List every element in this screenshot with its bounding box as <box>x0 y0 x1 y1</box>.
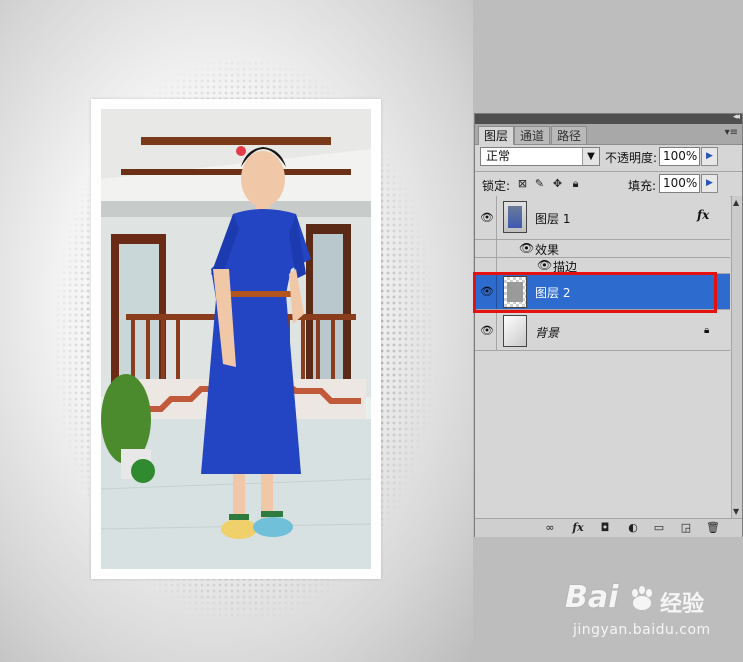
scroll-down-icon[interactable]: ▼ <box>733 507 739 516</box>
fill-label: 填充: <box>628 179 657 193</box>
new-layer-icon[interactable]: ◲ <box>678 521 694 534</box>
layer-thumbnail <box>503 315 527 347</box>
layers-list: 👁︎ 图层 1 fx 👁︎ 效果 👁︎ 描边 👁︎ 图层 2 👁︎ 背景 🔒︎ <box>475 196 730 518</box>
panel-menu-icon[interactable]: ▾≡ <box>725 127 738 138</box>
photo-illustration <box>101 109 371 569</box>
lock-transparent-pixels-icon[interactable]: ⊠ <box>516 177 529 190</box>
tab-channels[interactable]: 通道 <box>514 126 551 144</box>
adjustment-layer-icon[interactable]: ◐ <box>625 521 641 534</box>
fill-input[interactable]: 100% <box>659 174 700 193</box>
lock-label: 锁定: <box>482 179 511 193</box>
eye-icon[interactable]: 👁︎ <box>519 241 534 255</box>
eye-icon: 👁︎ <box>480 323 494 337</box>
add-layer-style-icon[interactable]: fx <box>570 521 586 534</box>
watermark-jingyan-text: 经验 <box>660 592 705 617</box>
collapse-panel-icon[interactable]: ◂◂ <box>733 112 740 122</box>
baidu-watermark: Bai 经验 jingyan.baidu.com <box>565 580 735 650</box>
panel-bottom-toolbar: ∞ fx ◘ ◐ ▭ ◲ 🗑︎ <box>475 518 742 537</box>
lock-position-icon[interactable]: ✥ <box>551 177 564 190</box>
new-group-icon[interactable]: ▭ <box>651 521 667 534</box>
paw-icon <box>632 586 652 610</box>
panel-tabs: 图层 通道 路径 ▾≡ <box>475 124 742 145</box>
add-mask-icon[interactable]: ◘ <box>597 521 613 534</box>
photo-white-frame <box>91 99 381 579</box>
visibility-toggle[interactable]: 👁︎ <box>475 196 497 239</box>
link-layers-icon[interactable]: ∞ <box>542 521 558 534</box>
layer-name: 图层 1 <box>535 212 571 226</box>
effects-visibility-spacer <box>475 240 497 257</box>
layer-row-layer1[interactable]: 👁︎ 图层 1 fx <box>475 196 730 240</box>
watermark-logo-text: Bai <box>565 580 619 615</box>
panel-title-bar[interactable]: ◂◂ <box>475 112 742 124</box>
lock-icon: 🔒︎ <box>704 325 710 336</box>
opacity-slider-arrow-icon[interactable]: ▶ <box>701 147 718 166</box>
opacity-input[interactable]: 100% <box>659 147 700 166</box>
eye-icon: 👁︎ <box>480 210 494 224</box>
layers-scrollbar[interactable]: ▲ ▼ <box>731 196 742 518</box>
watermark-url: jingyan.baidu.com <box>573 622 711 638</box>
visibility-toggle[interactable]: 👁︎ <box>475 311 497 350</box>
layer-effects-row[interactable]: 👁︎ 效果 <box>475 240 730 258</box>
fx-icon[interactable]: fx <box>697 208 709 222</box>
blend-mode-row: 正常 ▼ 不透明度: 100% ▶ <box>475 145 742 169</box>
highlight-annotation-box <box>473 272 717 313</box>
opacity-label: 不透明度: <box>605 151 658 165</box>
tab-layers[interactable]: 图层 <box>478 126 515 145</box>
layer-row-background[interactable]: 👁︎ 背景 🔒︎ <box>475 311 730 351</box>
lock-all-icon[interactable]: 🔒︎ <box>569 177 582 190</box>
delete-layer-icon[interactable]: 🗑︎ <box>705 521 721 534</box>
fill-slider-arrow-icon[interactable]: ▶ <box>701 174 718 193</box>
tab-paths[interactable]: 路径 <box>551 126 588 144</box>
canvas-area[interactable] <box>0 0 473 662</box>
layer-name: 背景 <box>535 326 560 340</box>
photo-image <box>101 109 371 569</box>
eye-icon[interactable]: 👁︎ <box>537 258 552 272</box>
layers-panel: ◂◂ 图层 通道 路径 ▾≡ 正常 ▼ 不透明度: 100% ▶ 锁定: ⊠ ✎… <box>474 112 743 537</box>
layer-thumbnail <box>503 201 527 233</box>
lock-row: 锁定: ⊠ ✎ ✥ 🔒︎ 填充: 100% ▶ <box>475 171 742 197</box>
effects-label: 效果 <box>535 243 560 257</box>
lock-image-pixels-icon[interactable]: ✎ <box>533 177 546 190</box>
blend-mode-value: 正常 <box>486 149 511 163</box>
chevron-down-icon[interactable]: ▼ <box>582 148 599 165</box>
scroll-up-icon[interactable]: ▲ <box>733 198 739 207</box>
stroke-visibility-spacer <box>475 258 497 273</box>
blend-mode-select[interactable]: 正常 ▼ <box>480 147 600 166</box>
